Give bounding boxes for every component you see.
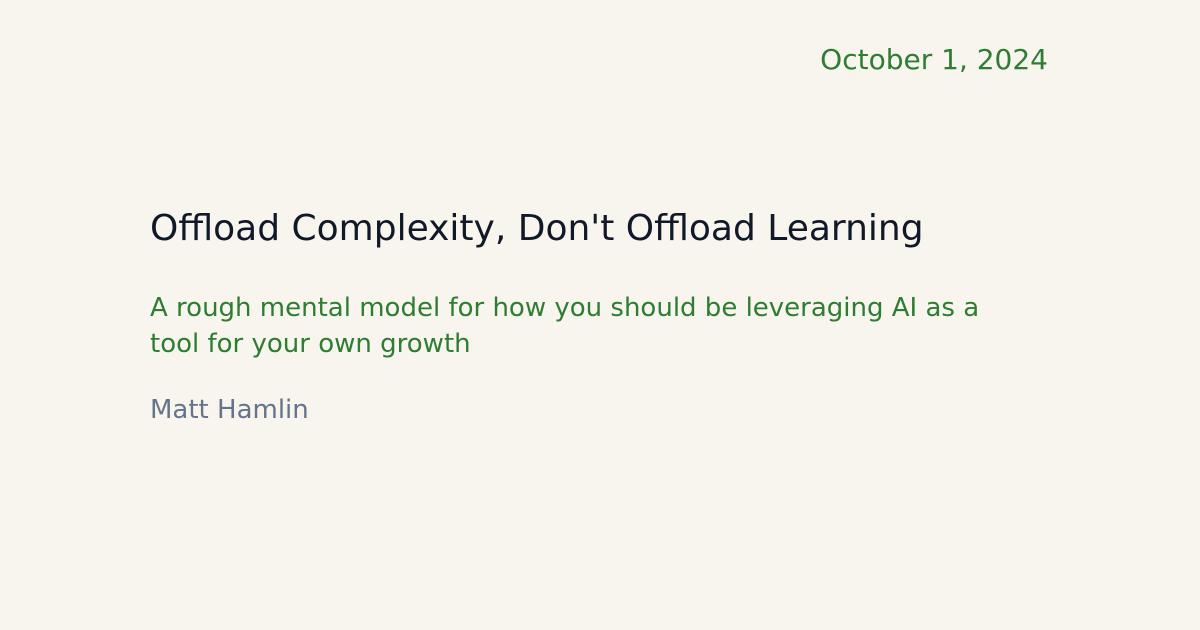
post-author: Matt Hamlin — [150, 395, 309, 425]
social-preview-card: October 1, 2024 Offload Complexity, Don'… — [0, 0, 1200, 630]
post-date: October 1, 2024 — [820, 43, 1048, 76]
post-subtitle: A rough mental model for how you should … — [150, 293, 980, 359]
post-title: Offload Complexity, Don't Offload Learni… — [150, 208, 924, 249]
post-content: Offload Complexity, Don't Offload Learni… — [150, 204, 1030, 428]
